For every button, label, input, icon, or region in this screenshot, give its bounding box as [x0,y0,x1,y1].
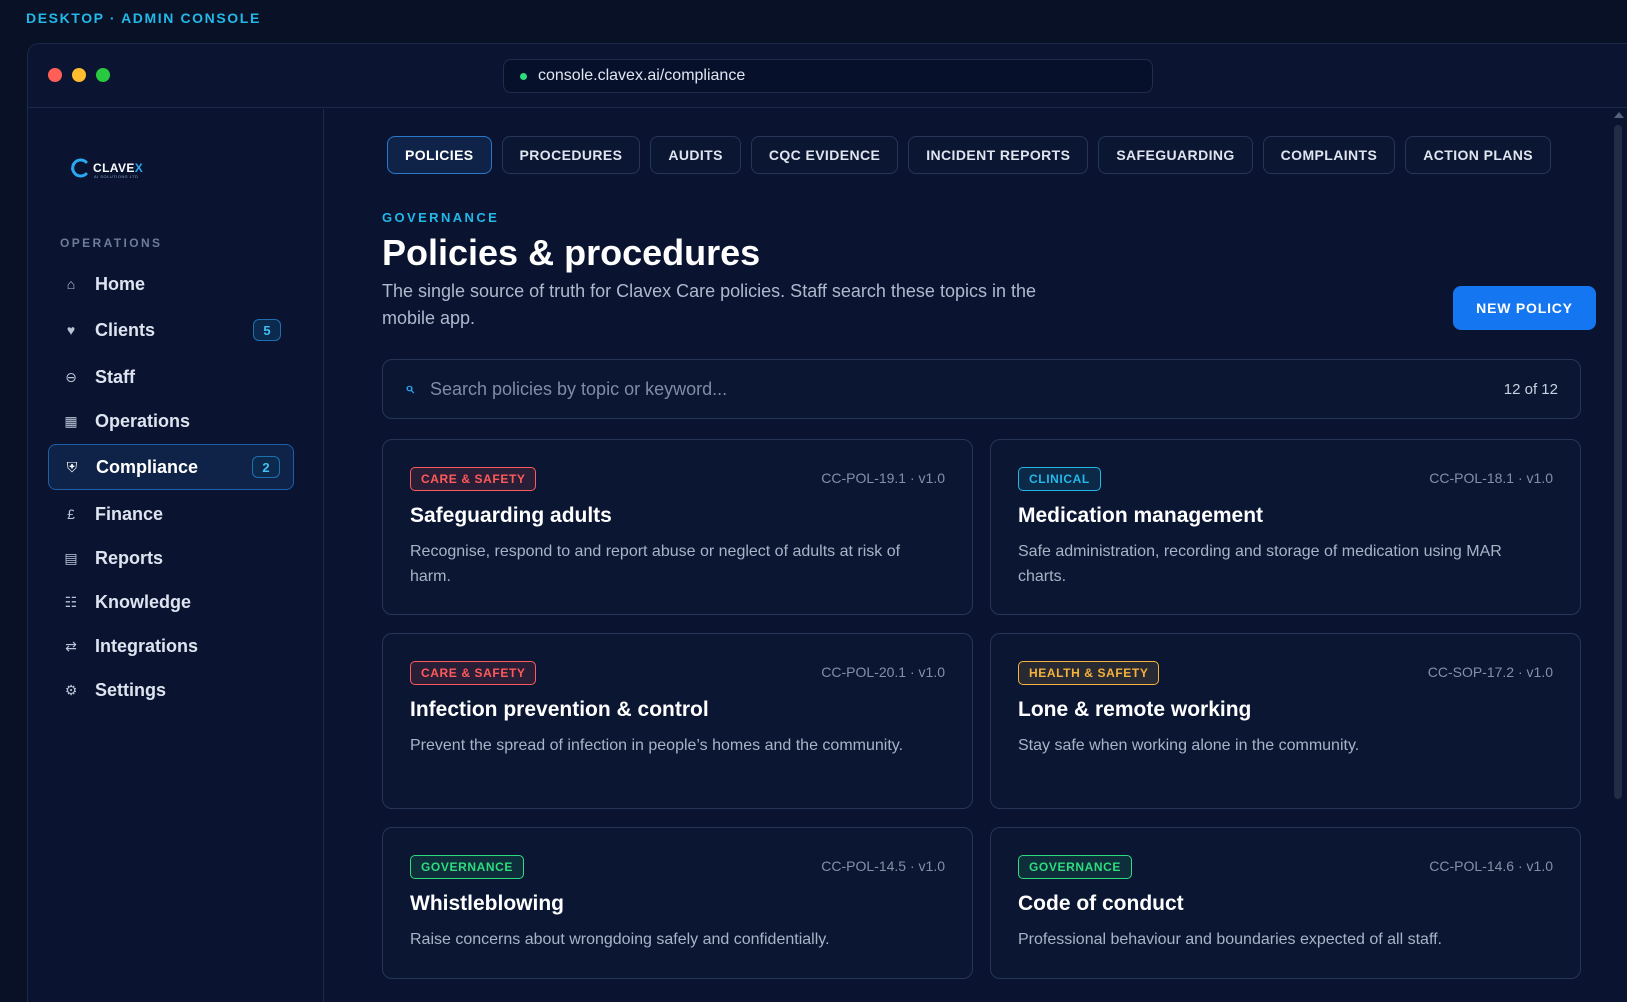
category-tag: CARE & SAFETY [410,661,537,685]
list-icon: ☷ [64,593,78,610]
tab-cqc-evidence[interactable]: CQC EVIDENCE [750,136,899,174]
policy-card[interactable]: GOVERNANCE CC-POL-14.6 · v1.0 Code of co… [990,827,1581,979]
logo-text: CLAVEX [93,161,144,175]
close-window-button[interactable] [48,68,62,82]
policy-card[interactable]: GOVERNANCE CC-POL-14.5 · v1.0 Whistleblo… [382,827,973,979]
category-tag: GOVERNANCE [1018,855,1133,879]
sidebar-item-label: Staff [95,366,135,387]
policy-code: CC-POL-18.1 · v1.0 [1429,470,1553,486]
tab-procedures[interactable]: PROCEDURES [501,136,641,174]
policy-title: Code of conduct [1018,892,1184,915]
category-tag: HEALTH & SAFETY [1018,661,1160,685]
search-icon: ⌕ [405,380,414,397]
policy-code: CC-SOP-17.2 · v1.0 [1427,664,1553,680]
sidebar-item-label: Operations [95,410,191,431]
sidebar-item-label: Home [95,273,146,294]
tab-safeguarding[interactable]: SAFEGUARDING [1098,136,1253,174]
policy-title: Medication management [1018,504,1264,527]
sidebar-item-label: Reports [95,547,164,568]
main-content: POLICIES PROCEDURES AUDITS CQC EVIDENCE … [325,109,1627,1002]
user-icon: ⊖ [65,368,77,385]
policy-description: Recognise, respond to and report abuse o… [410,543,901,585]
category-tag: GOVERNANCE [410,855,525,879]
page-title: Policies & procedures [382,232,761,273]
policy-description: Safe administration, recording and stora… [1018,543,1502,585]
policy-card[interactable]: CARE & SAFETY CC-POL-20.1 · v1.0 Infecti… [382,633,973,809]
policy-description: Raise concerns about wrongdoing safely a… [410,931,830,948]
sidebar-item-label: Knowledge [95,591,192,612]
sidebar-item-label: Clients [95,319,156,340]
shield-icon: ⛨ [66,458,78,475]
address-bar[interactable]: console.clavex.ai/compliance [503,59,1153,93]
category-tag: CLINICAL [1018,467,1101,491]
home-icon: ⌂ [66,276,76,292]
scroll-up-arrow-icon[interactable] [1614,112,1624,118]
sidebar-item-integrations[interactable]: ⇄ Integrations [48,623,294,669]
tab-incident-reports[interactable]: INCIDENT REPORTS [908,136,1089,174]
policy-code: CC-POL-20.1 · v1.0 [821,664,945,680]
sidebar-item-knowledge[interactable]: ☷ Knowledge [48,579,294,625]
result-count: 12 of 12 [1503,380,1558,398]
tab-audits[interactable]: AUDITS [650,136,741,174]
swap-icon: ⇄ [65,637,77,654]
new-policy-button[interactable]: NEW POLICY [1453,286,1596,330]
sidebar-item-label: Compliance [96,456,199,477]
sidebar-item-home[interactable]: ⌂ Home [48,261,294,307]
page-scrollbar[interactable] [1611,109,1627,1002]
search-input[interactable] [429,378,1580,400]
policy-code: CC-POL-14.5 · v1.0 [821,858,945,874]
policy-code: CC-POL-14.6 · v1.0 [1429,858,1553,874]
browser-titlebar: console.clavex.ai/compliance [28,44,1627,108]
grid-icon: ▦ [64,412,78,429]
category-tag: CARE & SAFETY [410,467,537,491]
sidebar-item-label: Integrations [95,635,199,656]
sidebar: CLAVEX AI SOLUTIONS LTD OPERATIONS ⌂ Hom… [28,109,324,1002]
policy-title: Infection prevention & control [410,698,709,721]
browser-window: console.clavex.ai/compliance CLAVEX AI S… [27,43,1627,1002]
policy-description: Stay safe when working alone in the comm… [1018,737,1360,754]
report-icon: ▤ [64,549,78,566]
heart-icon: ♥ [66,322,76,338]
secure-status-icon [520,72,527,80]
sidebar-item-operations[interactable]: ▦ Operations [48,398,294,444]
sidebar-item-label: Settings [95,679,167,700]
policy-description: Prevent the spread of infection in peopl… [410,737,904,754]
gear-icon: ⚙ [64,681,78,698]
scrollbar-thumb[interactable] [1614,125,1622,799]
policy-title: Whistleblowing [410,892,564,915]
sidebar-item-staff[interactable]: ⊖ Staff [48,354,294,400]
sidebar-item-compliance[interactable]: ⛨ Compliance 2 [48,444,294,490]
logo-subtext: AI SOLUTIONS LTD [94,174,139,179]
page-eyebrow: GOVERNANCE [382,210,500,225]
compliance-tabs: POLICIES PROCEDURES AUDITS CQC EVIDENCE … [387,136,1552,174]
tab-policies[interactable]: POLICIES [387,136,492,174]
clavex-logo[interactable]: CLAVEX AI SOLUTIONS LTD [70,157,143,179]
count-badge: 5 [253,319,281,341]
maximize-window-button[interactable] [96,68,110,82]
sidebar-item-reports[interactable]: ▤ Reports [48,535,294,581]
address-url: console.clavex.ai/compliance [538,67,746,84]
policy-search-bar: ⌕ 12 of 12 [382,359,1581,419]
policy-card[interactable]: CARE & SAFETY CC-POL-19.1 · v1.0 Safegua… [382,439,973,615]
count-badge: 2 [252,456,280,478]
logo-mark-icon [70,157,92,179]
policy-card[interactable]: CLINICAL CC-POL-18.1 · v1.0 Medication m… [990,439,1581,615]
policy-code: CC-POL-19.1 · v1.0 [821,470,945,486]
policy-title: Safeguarding adults [410,504,612,527]
tab-action-plans[interactable]: ACTION PLANS [1405,136,1552,174]
sidebar-item-label: Finance [95,503,164,524]
sidebar-item-finance[interactable]: £ Finance [48,491,294,537]
sidebar-item-settings[interactable]: ⚙ Settings [48,667,294,713]
console-caption: DESKTOP · ADMIN CONSOLE [26,10,261,26]
policy-title: Lone & remote working [1018,698,1252,721]
pound-icon: £ [67,506,75,522]
policy-description: Professional behaviour and boundaries ex… [1018,931,1442,948]
sidebar-item-clients[interactable]: ♥ Clients 5 [48,307,294,353]
minimize-window-button[interactable] [72,68,86,82]
policy-card[interactable]: HEALTH & SAFETY CC-SOP-17.2 · v1.0 Lone … [990,633,1581,809]
page-description: The single source of truth for Clavex Ca… [382,281,1036,328]
sidebar-section-label: OPERATIONS [60,236,163,250]
tab-complaints[interactable]: COMPLAINTS [1262,136,1396,174]
